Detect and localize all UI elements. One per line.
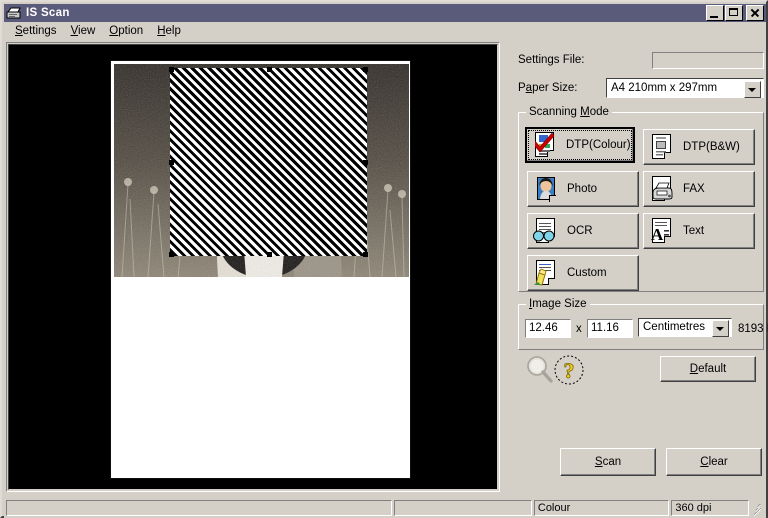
mode-label-custom: Custom — [567, 267, 607, 279]
mode-button-photo[interactable]: Photo — [527, 171, 639, 207]
selection-handle-s[interactable] — [266, 252, 272, 257]
default-label: Default — [689, 363, 727, 375]
question-mark-help-icon[interactable]: ? — [553, 354, 585, 386]
selection-handle-nw[interactable] — [169, 67, 174, 72]
units-value: Centimetres — [643, 321, 705, 333]
status-bar: Colour 360 dpi — [4, 498, 766, 518]
resize-grip-icon[interactable] — [751, 502, 763, 517]
menu-bar: Settings View Option Help — [4, 22, 766, 40]
selection-handle-w[interactable] — [169, 160, 174, 165]
close-button[interactable] — [746, 5, 764, 21]
mode-label-photo: Photo — [567, 183, 598, 195]
image-width-input[interactable]: 12.46 — [525, 319, 571, 338]
mode-label-text: Text — [683, 225, 705, 237]
menu-help[interactable]: Help — [150, 23, 188, 39]
mode-button-ocr[interactable]: OCR — [527, 213, 639, 249]
menu-view[interactable]: View — [64, 23, 103, 39]
image-height-input[interactable]: 11.16 — [587, 319, 633, 338]
file-size-text: 8193 KB — [738, 323, 768, 335]
mode-label-fax: FAX — [683, 183, 705, 195]
scan-button[interactable]: Scan — [560, 448, 656, 476]
paper-size-label: Paper Size: — [518, 82, 578, 94]
settings-file-field[interactable] — [652, 52, 764, 69]
units-chevron-down-icon[interactable] — [712, 320, 729, 337]
mode-label-ocr: OCR — [567, 225, 593, 237]
mode-label-dtp-colour: DTP(Colour) — [566, 139, 631, 151]
units-combobox[interactable]: Centimetres — [638, 318, 732, 337]
magnifier-icon[interactable] — [524, 354, 556, 386]
app-window: IS Scan Settings View Option Help Settin… — [0, 0, 768, 518]
scanning-mode-title: Scanning Mode — [526, 106, 612, 118]
controls-panel: Settings File: Paper Size: A4 210mm x 29… — [504, 42, 768, 492]
selection-handle-sw[interactable] — [169, 252, 174, 257]
size-separator: x — [576, 323, 582, 335]
preview-pane[interactable] — [6, 42, 500, 492]
svg-text:A: A — [651, 225, 664, 243]
selection-handle-n[interactable] — [266, 67, 272, 72]
window-title: IS Scan — [26, 7, 70, 19]
colour-mode-pane: Colour — [533, 500, 670, 516]
letter-a-document-icon: A — [649, 217, 675, 245]
image-size-group: Image Size 12.46 x 11.16 Centimetres 819… — [518, 298, 768, 350]
glasses-document-icon — [533, 217, 559, 245]
scanner-icon — [6, 6, 22, 21]
mode-label-dtp-bw: DTP(B&W) — [683, 141, 740, 153]
window-controls — [706, 5, 764, 21]
custom-pencil-document-icon — [533, 259, 559, 287]
selection-handle-ne[interactable] — [363, 67, 368, 72]
settings-file-label: Settings File: — [518, 54, 585, 66]
menu-option[interactable]: Option — [102, 23, 150, 39]
client-area: Settings File: Paper Size: A4 210mm x 29… — [4, 40, 768, 496]
mode-button-text[interactable]: A Text — [643, 213, 755, 249]
progress-pane — [6, 500, 393, 516]
scanning-mode-group: Scanning Mode DTP(Colour) DTP(B&W) Photo… — [518, 106, 764, 292]
maximize-button[interactable] — [725, 5, 743, 21]
scanned-page[interactable] — [110, 60, 411, 479]
message-pane — [394, 500, 532, 516]
mode-button-custom[interactable]: Custom — [527, 255, 639, 291]
selection-rectangle[interactable] — [169, 67, 368, 257]
mode-button-fax[interactable]: FAX — [643, 171, 755, 207]
resolution-pane: 360 dpi — [671, 500, 750, 516]
svg-text:?: ? — [564, 358, 575, 383]
mode-button-dtp-colour[interactable]: DTP(Colour) — [525, 127, 635, 163]
clear-button[interactable]: Clear — [666, 448, 762, 476]
menu-settings[interactable]: Settings — [8, 23, 64, 39]
selection-handle-e[interactable] — [363, 160, 368, 165]
title-bar: IS Scan — [4, 4, 766, 22]
bw-document-icon — [649, 133, 675, 161]
photo-portrait-icon — [533, 175, 559, 203]
paper-size-value: A4 210mm x 297mm — [611, 82, 718, 94]
mode-button-dtp-bw[interactable]: DTP(B&W) — [643, 129, 755, 165]
preview-canvas[interactable] — [8, 44, 498, 490]
paper-size-combobox[interactable]: A4 210mm x 297mm — [606, 78, 764, 98]
scan-label: Scan — [594, 456, 622, 468]
chevron-down-icon[interactable] — [744, 81, 761, 98]
image-size-title: Image Size — [526, 298, 590, 310]
fax-machine-icon — [649, 175, 675, 203]
selection-handle-se[interactable] — [363, 252, 368, 257]
default-button[interactable]: Default — [660, 356, 756, 382]
minimize-button[interactable] — [706, 5, 724, 21]
clear-label: Clear — [700, 456, 728, 468]
colour-document-check-icon — [532, 131, 558, 159]
